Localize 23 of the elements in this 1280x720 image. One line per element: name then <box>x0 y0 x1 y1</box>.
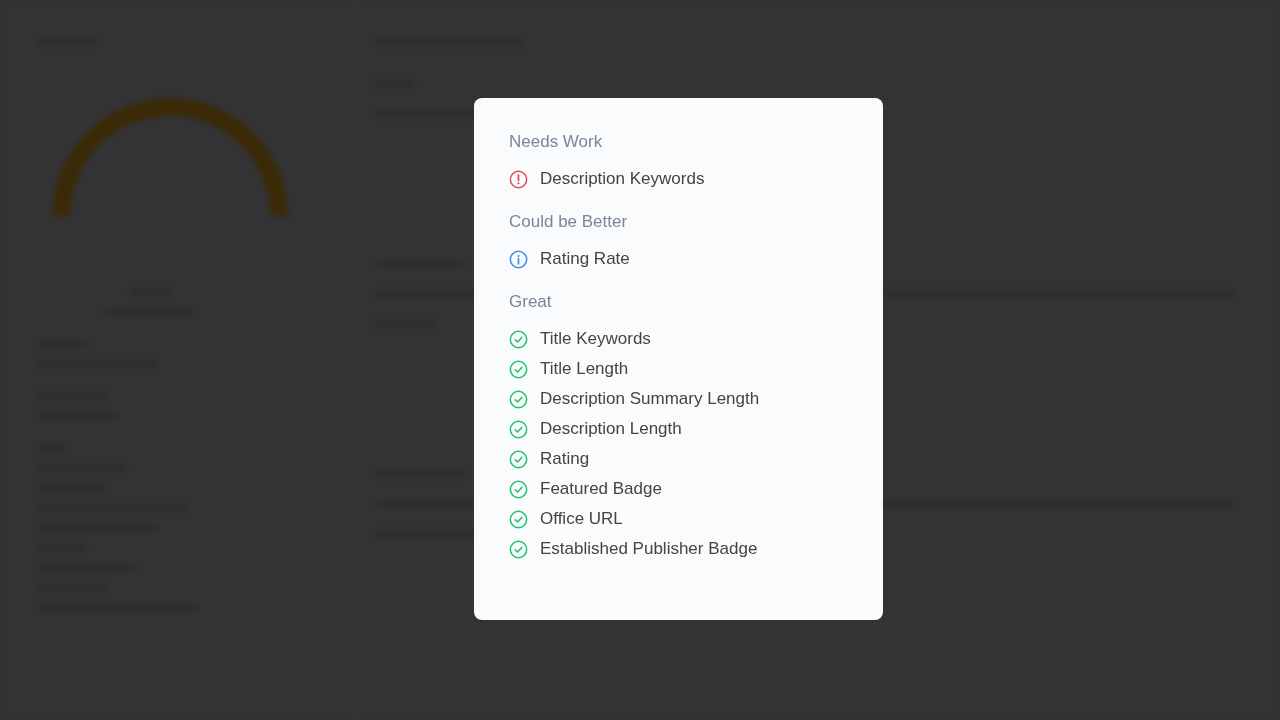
exclamation-circle-icon <box>509 169 528 189</box>
check-item-label: Featured Badge <box>540 479 662 499</box>
check-item-label: Established Publisher Badge <box>540 539 758 559</box>
check-circle-icon <box>509 359 528 379</box>
check-circle-icon <box>509 479 528 499</box>
check-item-label: Title Length <box>540 359 629 379</box>
check-circle-icon <box>509 539 528 559</box>
check-item-label: Title Keywords <box>540 329 651 349</box>
group-heading: Great <box>509 292 553 312</box>
group-heading: Needs Work <box>509 132 604 152</box>
check-item-label: Rating <box>540 449 590 469</box>
check-circle-icon <box>509 419 528 439</box>
check-item-label: Description Keywords <box>540 169 705 189</box>
check-item-label: Rating Rate <box>540 249 630 269</box>
check-item-label: Description Summary Length <box>540 389 760 409</box>
check-circle-icon <box>509 389 528 409</box>
check-circle-icon <box>509 449 528 469</box>
check-circle-icon <box>509 509 528 529</box>
check-item-label: Office URL <box>540 509 623 529</box>
check-circle-icon <box>509 329 528 349</box>
check-item-label: Description Length <box>540 419 682 439</box>
info-circle-icon <box>509 249 528 269</box>
group-heading: Could be Better <box>509 212 629 232</box>
